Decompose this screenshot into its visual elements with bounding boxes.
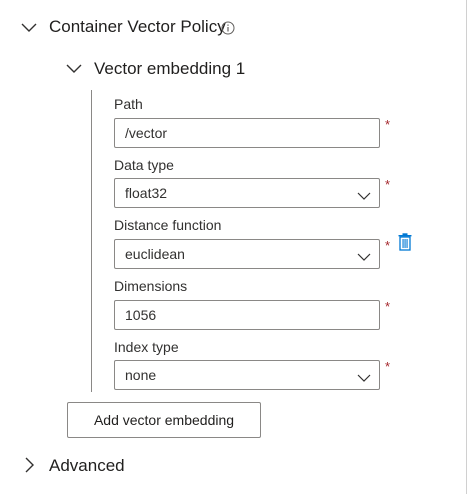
group-divider — [91, 90, 92, 392]
section-title-vector-embedding[interactable]: Vector embedding 1 — [94, 59, 245, 79]
distance-function-dropdown[interactable]: euclidean — [114, 239, 380, 269]
chevron-right-icon[interactable] — [20, 456, 38, 474]
chevron-down-icon — [357, 188, 371, 200]
add-vector-embedding-label: Add vector embedding — [93, 412, 235, 428]
distance-function-value: euclidean — [125, 246, 185, 262]
data-type-label: Data type — [114, 157, 174, 173]
section-title-container-vector-policy[interactable]: Container Vector Policy — [49, 17, 226, 37]
chevron-down-icon[interactable] — [65, 60, 83, 78]
required-marker: * — [385, 299, 391, 314]
section-title-advanced[interactable]: Advanced — [49, 456, 125, 476]
index-type-dropdown[interactable]: none — [114, 360, 380, 390]
required-marker: * — [385, 177, 391, 192]
dimensions-value: 1056 — [125, 307, 157, 323]
required-marker: * — [385, 238, 391, 253]
required-marker: * — [385, 117, 391, 132]
dimensions-label: Dimensions — [114, 278, 188, 294]
chevron-down-icon — [357, 370, 371, 382]
chevron-down-icon — [357, 249, 371, 261]
path-label: Path — [114, 96, 143, 112]
data-type-value: float32 — [125, 185, 168, 201]
index-type-value: none — [125, 367, 157, 383]
trash-icon[interactable] — [398, 233, 412, 251]
path-field[interactable]: /vector — [114, 118, 380, 148]
info-icon[interactable] — [221, 21, 235, 35]
add-vector-embedding-button[interactable]: Add vector embedding — [67, 402, 261, 438]
distance-function-label: Distance function — [114, 217, 222, 233]
chevron-down-icon[interactable] — [20, 19, 38, 37]
path-value: /vector — [125, 125, 168, 141]
required-marker: * — [385, 359, 391, 374]
dimensions-field[interactable]: 1056 — [114, 300, 380, 330]
data-type-dropdown[interactable]: float32 — [114, 178, 380, 208]
scrollbar-track[interactable] — [466, 0, 467, 494]
index-type-label: Index type — [114, 339, 179, 355]
